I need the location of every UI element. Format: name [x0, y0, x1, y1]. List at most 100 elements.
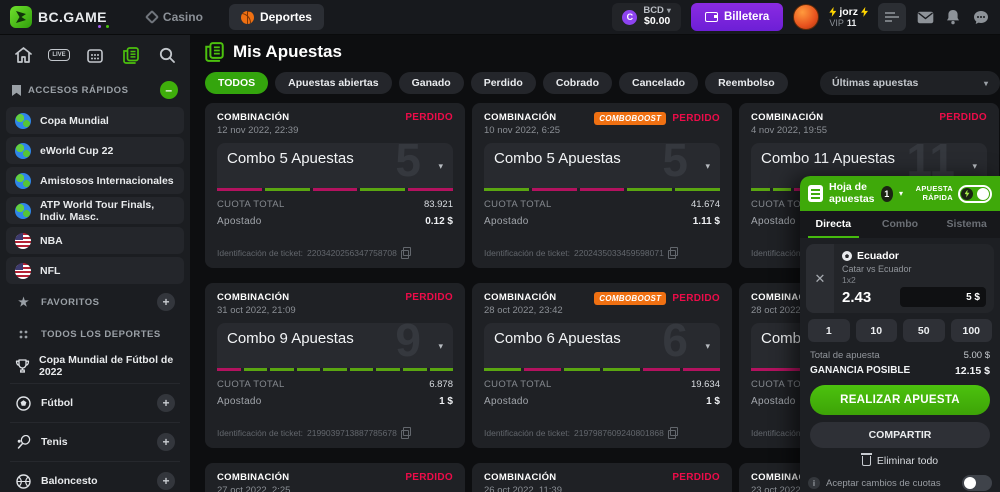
tab-sistema[interactable]: Sistema: [933, 211, 1000, 238]
favorites-row[interactable]: ★ FAVORITOS +: [6, 287, 184, 317]
bet-card: COMBINACIÓN 10 nov 2022, 6:25 COMBOBOOST…: [472, 103, 732, 268]
total-stake-row: Total de apuesta 5.00 $: [810, 350, 990, 361]
currency-selector[interactable]: C BCD▾ $0.00: [612, 3, 681, 31]
sport-row-baloncesto[interactable]: Baloncesto +: [6, 464, 184, 492]
wallet-button[interactable]: Billetera: [691, 3, 783, 31]
tab-combo[interactable]: Combo: [867, 211, 934, 238]
quick-stake-button[interactable]: 10: [856, 319, 898, 342]
expand-baloncesto-button[interactable]: +: [157, 472, 175, 490]
collapse-quick-access-button[interactable]: –: [160, 81, 178, 99]
divider: [10, 422, 180, 423]
filter-chip[interactable]: Perdido: [471, 72, 536, 94]
copy-icon[interactable]: [668, 247, 677, 258]
betslip-tabs: Directa Combo Sistema: [800, 211, 1000, 238]
combo-summary-panel[interactable]: Combo 5 Apuestas 5 ▾: [484, 143, 720, 188]
clear-all-button[interactable]: Eliminar todo: [800, 455, 1000, 467]
wallet-icon: [705, 12, 718, 22]
chat-bubble-icon: [973, 10, 989, 25]
live-icon[interactable]: LIVE: [48, 45, 70, 65]
tab-directa[interactable]: Directa: [800, 211, 867, 238]
combo-summary-panel[interactable]: Combo 5 Apuestas 5 ▾: [217, 143, 453, 188]
home-icon[interactable]: [12, 45, 34, 65]
bet-card: COMBINACIÓN 31 oct 2022, 21:09 COMBOBOOS…: [205, 283, 465, 448]
chevron-down-icon[interactable]: ▾: [899, 189, 903, 198]
trophy-icon: [15, 358, 30, 375]
avatar[interactable]: [793, 4, 819, 30]
add-favorite-button[interactable]: +: [157, 293, 175, 311]
expand-caret-icon[interactable]: ▾: [972, 161, 977, 172]
quick-bet-toggle[interactable]: [958, 185, 992, 203]
expand-tenis-button[interactable]: +: [157, 433, 175, 451]
world-cup-row[interactable]: Copa Mundial de Fútbol de 2022: [6, 351, 184, 381]
staked-value: 1 $: [439, 396, 453, 407]
combo-summary-panel[interactable]: Combo 6 Apuestas 6 ▾: [484, 323, 720, 368]
calendar-icon[interactable]: [84, 45, 106, 65]
sort-select[interactable]: Últimas apuestas ▾: [820, 71, 1000, 95]
combo-count: 6: [662, 317, 688, 363]
notifications-button[interactable]: [944, 8, 962, 26]
bcgame-logo-icon: [10, 6, 32, 28]
sidebar-quick-item[interactable]: eWorld Cup 22: [6, 137, 184, 164]
nav-casino[interactable]: Casino: [135, 4, 215, 30]
filter-chips: TODOS Apuestas abiertas Ganado Perdido C…: [205, 72, 788, 94]
filter-chip[interactable]: Ganado: [399, 72, 464, 94]
filter-chip[interactable]: Reembolso: [705, 72, 788, 94]
user-info[interactable]: jorz VIP11: [829, 6, 868, 28]
filter-chip[interactable]: Cobrado: [543, 72, 612, 94]
expand-caret-icon[interactable]: ▾: [705, 161, 710, 172]
diamond-icon: [145, 10, 159, 24]
bet-list-button[interactable]: [878, 3, 906, 31]
nav-deportes[interactable]: Deportes: [229, 4, 324, 30]
quick-stake-button[interactable]: 50: [903, 319, 945, 342]
staked-row: Apostado 0.12 $: [217, 216, 453, 227]
place-bet-button[interactable]: REALIZAR APUESTA: [810, 385, 990, 415]
expand-caret-icon[interactable]: ▾: [438, 341, 443, 352]
page-header: Mis Apuestas: [205, 40, 1000, 64]
search-icon[interactable]: [156, 45, 178, 65]
quick-stake-button[interactable]: 1: [808, 319, 850, 342]
info-icon[interactable]: i: [808, 477, 820, 489]
my-bets-icon[interactable]: [120, 45, 142, 65]
possible-win-row: GANANCIA POSIBLE 12.15 $: [810, 365, 990, 377]
quick-access-list: Copa Mundial eWorld Cup 22 Amistosos Int…: [4, 107, 186, 284]
copy-icon[interactable]: [401, 427, 410, 438]
copy-icon[interactable]: [668, 427, 677, 438]
filter-chip[interactable]: TODOS: [205, 72, 268, 94]
betslip-count-badge[interactable]: 1: [881, 186, 893, 202]
selection-market: 1x2: [842, 275, 986, 285]
expand-caret-icon[interactable]: ▾: [705, 341, 710, 352]
list-icon: [885, 11, 899, 23]
combo-summary-panel[interactable]: Combo 9 Apuestas 9 ▾: [217, 323, 453, 368]
sidebar-quick-item[interactable]: NFL: [6, 257, 184, 284]
sidebar-quick-item[interactable]: ATP World Tour Finals, Indiv. Masc.: [6, 197, 184, 224]
sport-row-tenis[interactable]: Tenis +: [6, 425, 184, 459]
filter-chip[interactable]: Cancelado: [619, 72, 698, 94]
quick-bet-label: APUESTA RÁPIDA: [909, 185, 953, 202]
bet-status-badge: PERDIDO: [939, 112, 987, 123]
copy-icon[interactable]: [401, 247, 410, 258]
app-root: BC.GAME Casino Deportes C BCD▾ $0.00: [0, 0, 1000, 492]
filter-chip[interactable]: Apuestas abiertas: [275, 72, 391, 94]
accept-odds-toggle[interactable]: [962, 475, 992, 491]
bcgame-logo[interactable]: BC.GAME: [10, 6, 107, 28]
bet-type-label: COMBINACIÓN: [484, 472, 562, 483]
remove-selection-button[interactable]: ✕: [806, 244, 834, 313]
stake-input[interactable]: [900, 287, 986, 307]
league-icon: [15, 143, 31, 159]
ticket-id-value: 2199039713887785678: [307, 428, 397, 438]
bet-card-header: COMBINACIÓN 27 oct 2022, 2:25 COMBOBOOST…: [217, 472, 453, 492]
sport-row-futbol[interactable]: Fútbol +: [6, 386, 184, 420]
sidebar-quick-item[interactable]: Copa Mundial: [6, 107, 184, 134]
messages-button[interactable]: [916, 8, 934, 26]
share-button[interactable]: COMPARTIR: [810, 422, 990, 448]
bet-status-badge: PERDIDO: [405, 112, 453, 123]
sidebar-quick-item[interactable]: Amistosos Internacionales: [6, 167, 184, 194]
chat-button[interactable]: [972, 8, 990, 26]
all-sports-row[interactable]: TODOS LOS DEPORTES: [6, 319, 184, 349]
legs-result-bar: [484, 368, 720, 371]
expand-futbol-button[interactable]: +: [157, 394, 175, 412]
quick-stake-button[interactable]: 100: [951, 319, 993, 342]
expand-caret-icon[interactable]: ▾: [438, 161, 443, 172]
betslip-selection: ✕ Ecuador Catar vs Ecuador 1x2 2.43: [806, 244, 994, 313]
sidebar-quick-item[interactable]: NBA: [6, 227, 184, 254]
